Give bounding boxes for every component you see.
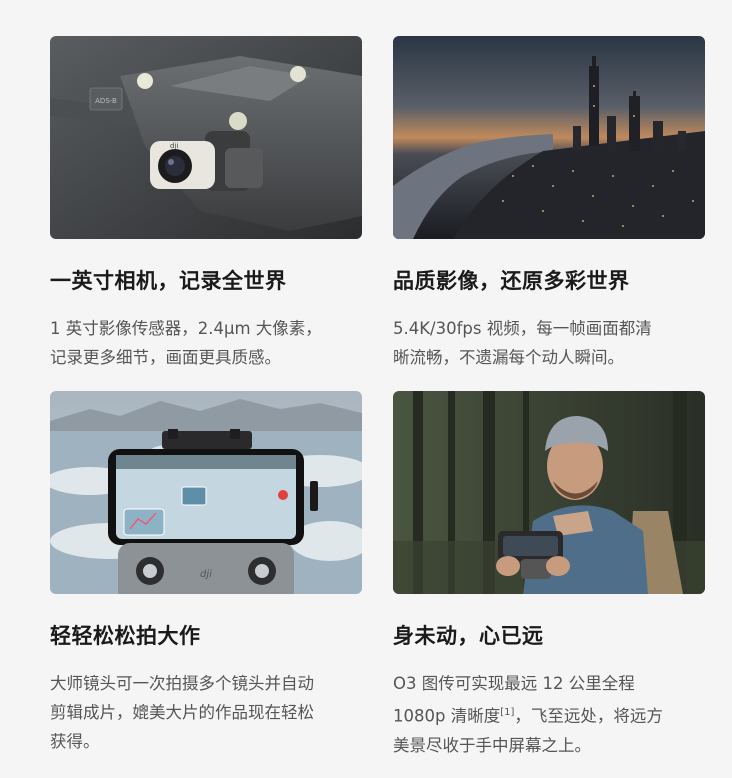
- feature-card-mastershots: dji 轻轻松松拍大作 大师镜头可一次拍摄多个镜头并自动 剪辑成片，媲美大片的作…: [50, 391, 362, 756]
- description-line: 美景尽收于手中屏幕之上。: [393, 735, 591, 755]
- description-line: 1080p 清晰度[1]，飞至远处，将远方: [393, 698, 713, 731]
- description-line: 1 英寸影像传感器，2.4μm 大像素，: [50, 319, 322, 338]
- description-line: 记录更多细节，画面更具质感。: [50, 348, 281, 367]
- feature-description: 1 英寸影像传感器，2.4μm 大像素， 记录更多细节，画面更具质感。: [50, 314, 370, 372]
- description-line: O3 图传可实现最远 12 公里全程: [393, 674, 635, 693]
- drone-brand-logo: dji: [170, 142, 178, 150]
- description-line: 剪辑成片，媲美大片的作品现在轻松: [50, 703, 314, 722]
- feature-card-transmission: 身未动，心已远 O3 图传可实现最远 12 公里全程 1080p 清晰度[1]，…: [393, 391, 705, 760]
- description-line: 5.4K/30fps 视频，每一帧画面都清: [393, 319, 652, 338]
- feature-grid: ADS-B dji 一英寸相机，记录全世界 1 英寸影像传感器，2.4μm 大像…: [0, 0, 732, 778]
- feature-card-camera: ADS-B dji 一英寸相机，记录全世界 1 英寸影像传感器，2.4μm 大像…: [50, 36, 362, 372]
- feature-title: 品质影像，还原多彩世界: [393, 269, 630, 293]
- feature-card-image-quality: 品质影像，还原多彩世界 5.4K/30fps 视频，每一帧画面都清 晰流畅，不遗…: [393, 36, 705, 372]
- feature-title: 身未动，心已远: [393, 624, 544, 648]
- footnote-marker[interactable]: [1]: [500, 707, 514, 718]
- description-text: ，飞至远处，将远方: [514, 706, 663, 726]
- city-skyline-image: [393, 36, 705, 239]
- controller-image: dji: [50, 391, 362, 594]
- controller-brand-logo: dji: [200, 569, 212, 580]
- description-line: 晰流畅，不遗漏每个动人瞬间。: [393, 348, 624, 367]
- feature-title: 一英寸相机，记录全世界: [50, 269, 287, 293]
- description-text: 1080p 清晰度: [393, 706, 501, 726]
- feature-description: 大师镜头可一次拍摄多个镜头并自动 剪辑成片，媲美大片的作品现在轻松 获得。: [50, 669, 370, 756]
- feature-title: 轻轻松松拍大作: [50, 624, 201, 648]
- description-line: 获得。: [50, 732, 100, 751]
- adsb-label: ADS-B: [95, 97, 117, 105]
- pilot-forest-image: [393, 391, 705, 594]
- description-line: 大师镜头可一次拍摄多个镜头并自动: [50, 674, 314, 693]
- feature-description: O3 图传可实现最远 12 公里全程 1080p 清晰度[1]，飞至远处，将远方…: [393, 669, 713, 760]
- drone-camera-image: ADS-B dji: [50, 36, 362, 239]
- feature-description: 5.4K/30fps 视频，每一帧画面都清 晰流畅，不遗漏每个动人瞬间。: [393, 314, 713, 372]
